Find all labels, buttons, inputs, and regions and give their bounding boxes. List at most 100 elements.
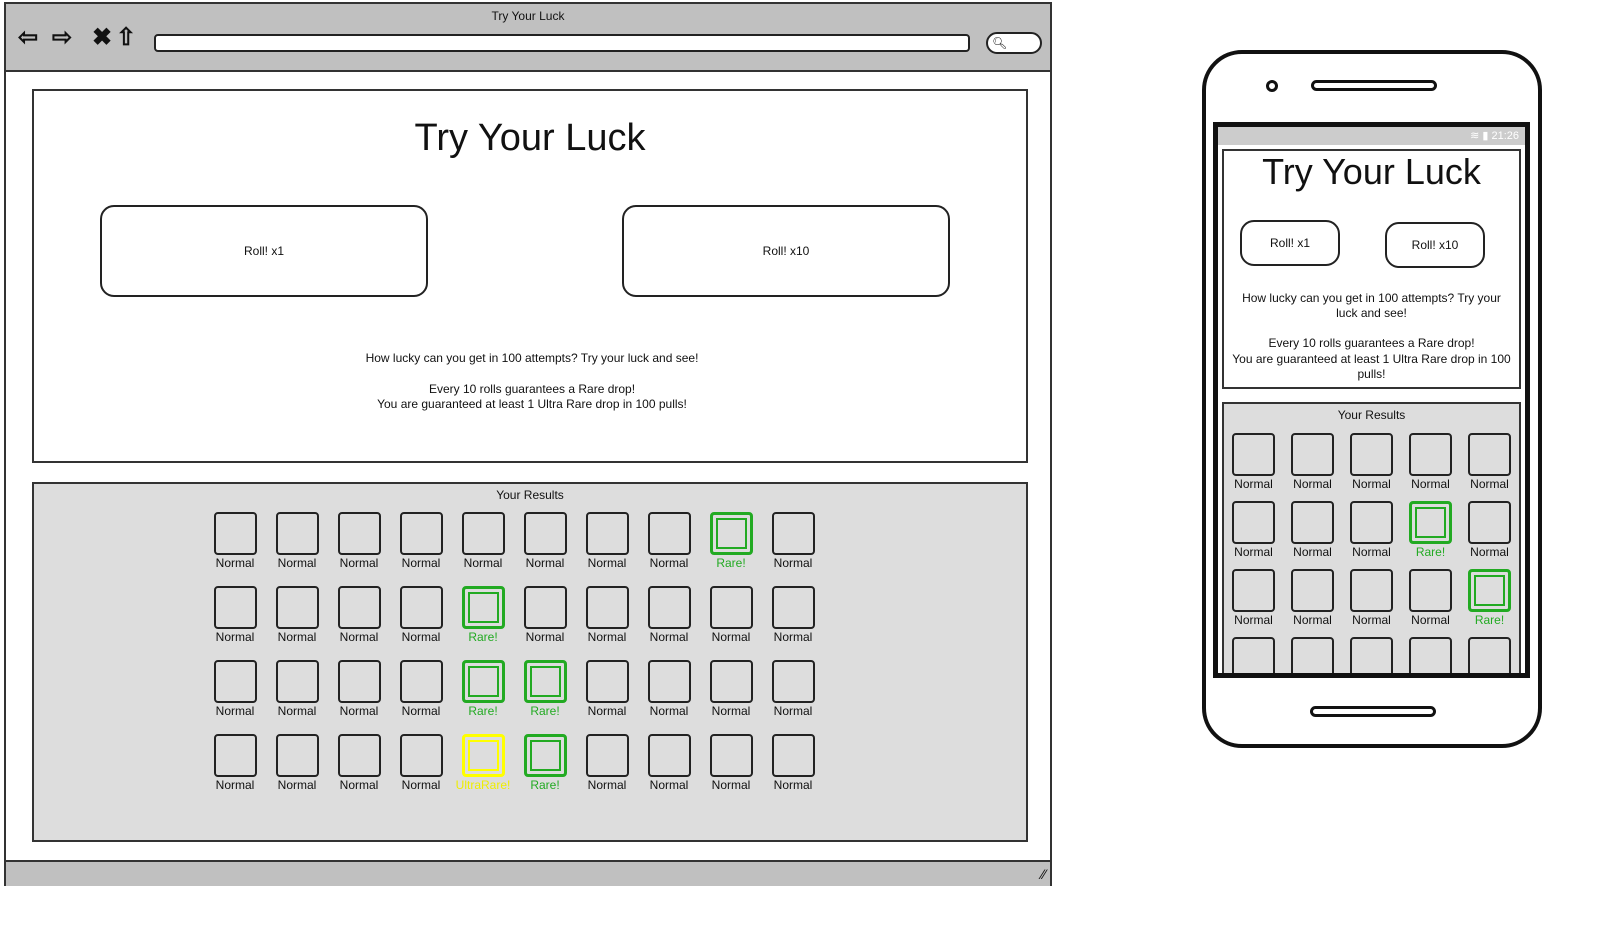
- result-box-normal: [399, 512, 443, 555]
- result-box-normal: [213, 512, 257, 555]
- result-item: Rare!: [700, 512, 762, 570]
- mobile-roll-x1-button[interactable]: Roll! x1: [1240, 220, 1340, 266]
- result-box-normal: [523, 512, 567, 555]
- mobile-result-item: Normal: [1224, 637, 1283, 673]
- mobile-result-item: Normal: [1224, 569, 1283, 627]
- mobile-rule-rare-text: Every 10 rolls guarantees a Rare drop!: [1268, 336, 1475, 350]
- result-box-normal: [771, 734, 815, 777]
- mobile-header-panel: Try Your Luck Roll! x1 Roll! x10 How luc…: [1222, 149, 1521, 389]
- mobile-intro-text: How lucky can you get in 100 attempts? T…: [1242, 291, 1501, 320]
- result-label: Rare!: [468, 704, 498, 718]
- result-box-normal: [1350, 501, 1393, 544]
- search-button[interactable]: 🔍︎: [986, 32, 1042, 54]
- result-box-normal: [1468, 637, 1511, 673]
- result-box-normal: [1291, 501, 1334, 544]
- result-box-normal: [647, 586, 691, 629]
- result-box-ultra: [461, 734, 505, 777]
- result-label: Normal: [525, 556, 565, 570]
- result-label: Normal: [1352, 545, 1391, 559]
- result-label: Normal: [1234, 545, 1273, 559]
- result-label: Normal: [1293, 477, 1332, 491]
- result-item: Normal: [266, 660, 328, 718]
- close-icon[interactable]: ✖: [92, 24, 112, 52]
- result-box-normal: [1291, 637, 1334, 673]
- mobile-result-item: Normal: [1224, 501, 1283, 559]
- header-panel: Try Your Luck Roll! x1 Roll! x10 How luc…: [32, 89, 1028, 463]
- result-label: Normal: [711, 630, 751, 644]
- result-label: Normal: [215, 630, 255, 644]
- result-box-normal: [275, 586, 319, 629]
- result-item: Normal: [700, 734, 762, 792]
- result-label: Normal: [649, 630, 689, 644]
- forward-icon[interactable]: ⇨: [52, 24, 72, 52]
- result-label: Rare!: [530, 778, 560, 792]
- result-box-normal: [709, 734, 753, 777]
- result-item: Normal: [762, 734, 824, 792]
- result-box-normal: [1350, 569, 1393, 612]
- result-box-normal: [337, 660, 381, 703]
- mobile-results-grid: Normal Normal Normal Normal Normal Normal Norm…: [1224, 433, 1519, 673]
- roll-x10-button[interactable]: Roll! x10: [622, 205, 950, 297]
- mobile-result-item: Normal: [1283, 501, 1342, 559]
- home-bar-icon: [1310, 706, 1436, 717]
- result-label: Normal: [401, 778, 441, 792]
- mobile-rule-ultra-text: You are guaranteed at least 1 Ultra Rare…: [1232, 352, 1511, 381]
- mobile-result-item: Normal: [1283, 569, 1342, 627]
- url-bar[interactable]: [154, 34, 970, 52]
- result-box-normal: [647, 734, 691, 777]
- result-label: Normal: [649, 778, 689, 792]
- mobile-page-title: Try Your Luck: [1262, 151, 1481, 192]
- result-box-normal: [1350, 433, 1393, 476]
- mobile-roll-x10-button[interactable]: Roll! x10: [1385, 222, 1485, 268]
- result-box-normal: [771, 660, 815, 703]
- browser-statusbar: ⁄⁄: [6, 860, 1050, 886]
- result-box-normal: [585, 660, 629, 703]
- mobile-result-item: Normal: [1342, 637, 1401, 673]
- result-item: Normal: [390, 660, 452, 718]
- result-box-rare: [461, 660, 505, 703]
- result-box-normal: [585, 586, 629, 629]
- result-item: Normal: [638, 734, 700, 792]
- result-item: Normal: [762, 512, 824, 570]
- result-box-normal: [585, 734, 629, 777]
- back-icon[interactable]: ⇦: [18, 24, 38, 52]
- page-title: Try Your Luck: [414, 117, 646, 159]
- resize-handle-icon[interactable]: ⁄⁄: [1041, 866, 1046, 882]
- result-item: Rare!: [514, 734, 576, 792]
- result-label: Normal: [215, 704, 255, 718]
- result-box-normal: [709, 660, 753, 703]
- result-item: Normal: [762, 586, 824, 644]
- browser-window: Try Your Luck ⇦ ⇨ ✖ ⇧ 🔍︎ Try Your Luck R…: [4, 2, 1052, 886]
- result-box-rare: [523, 660, 567, 703]
- result-label: Normal: [587, 556, 627, 570]
- result-item: Normal: [576, 734, 638, 792]
- result-item: Normal: [328, 660, 390, 718]
- result-box-normal: [647, 512, 691, 555]
- result-box-normal: [585, 512, 629, 555]
- result-box-normal: [1232, 433, 1275, 476]
- home-icon[interactable]: ⇧: [116, 24, 136, 52]
- roll-x1-button[interactable]: Roll! x1: [100, 205, 428, 297]
- mobile-result-item: Normal: [1401, 569, 1460, 627]
- result-item: Normal: [762, 660, 824, 718]
- speaker-icon: [1311, 80, 1437, 91]
- result-box-normal: [337, 734, 381, 777]
- result-label: Rare!: [468, 630, 498, 644]
- window-title: Try Your Luck: [491, 9, 565, 23]
- result-box-normal: [337, 586, 381, 629]
- result-label: Rare!: [1415, 545, 1446, 559]
- results-grid: Normal Normal Normal Normal Normal Normal Norm…: [204, 512, 824, 792]
- result-label: Normal: [525, 630, 565, 644]
- result-item: Normal: [328, 734, 390, 792]
- result-box-normal: [771, 586, 815, 629]
- mobile-result-item: Rare!: [1401, 501, 1460, 559]
- result-box-normal: [213, 734, 257, 777]
- result-label: Normal: [1352, 477, 1391, 491]
- result-label: Normal: [773, 778, 813, 792]
- result-box-normal: [523, 586, 567, 629]
- result-item: UltraRare!: [452, 734, 514, 792]
- result-item: Normal: [266, 734, 328, 792]
- result-item: Normal: [204, 586, 266, 644]
- result-label: Rare!: [1474, 613, 1505, 627]
- result-box-normal: [1468, 501, 1511, 544]
